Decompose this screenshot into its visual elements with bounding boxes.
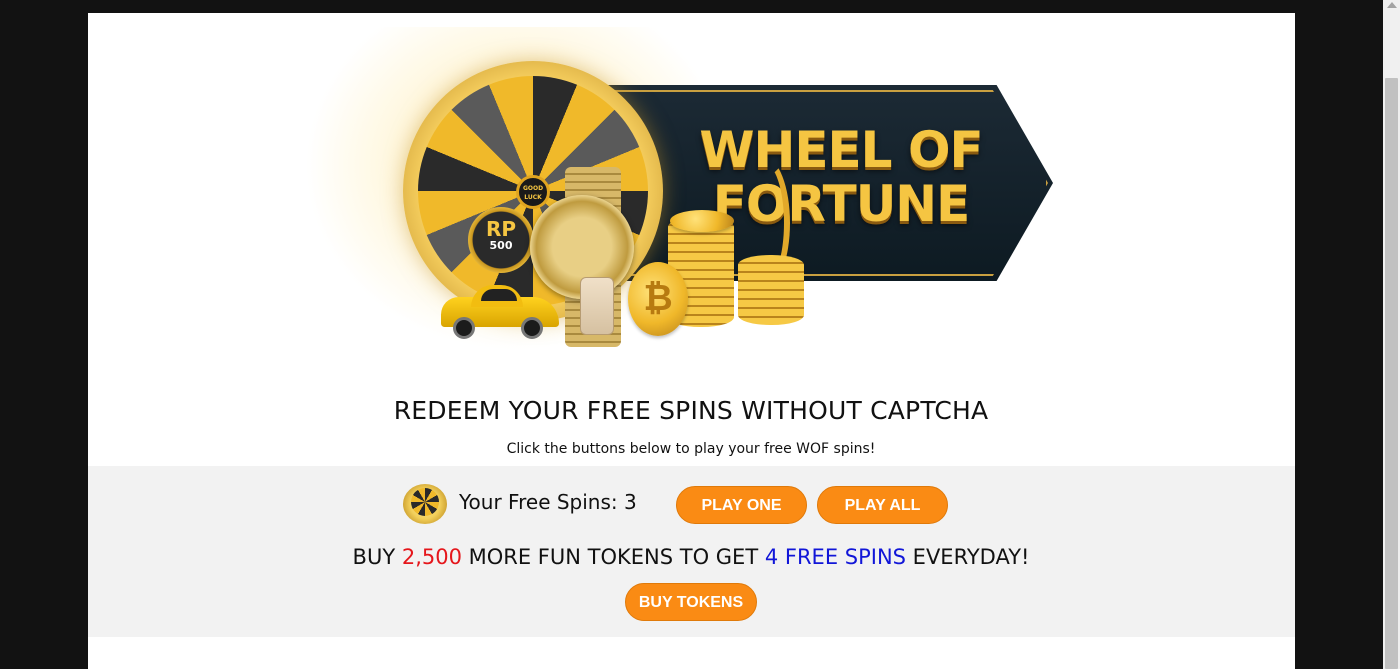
coin-stack-icon bbox=[738, 255, 804, 325]
buy-tokens-promo: BUY 2,500 MORE FUN TOKENS TO GET 4 FREE … bbox=[0, 545, 1382, 569]
bitcoin-coin-icon bbox=[670, 210, 734, 232]
promo-part2: MORE FUN TOKENS TO GET bbox=[461, 545, 765, 569]
rp-label: RP bbox=[485, 217, 517, 241]
banner-title-line1: WHEEL OF bbox=[699, 121, 983, 179]
promo-part3: EVERYDAY! bbox=[906, 545, 1030, 569]
promo-highlight: 4 FREE SPINS bbox=[764, 545, 906, 569]
bitcoin-coin-icon: ₿ bbox=[628, 262, 688, 336]
page-subline: Click the buttons below to play your fre… bbox=[506, 441, 876, 457]
rp-amount: 500 bbox=[489, 239, 513, 252]
rp-badge-icon: RP 500 bbox=[468, 207, 534, 273]
free-spins-count: Your Free Spins: 3 bbox=[459, 490, 637, 514]
banner-artwork: WHEEL OF FORTUNE GOOD LUCK RP 500 ₿ bbox=[298, 27, 1058, 357]
hub-label: GOOD LUCK bbox=[522, 185, 544, 201]
buy-tokens-button[interactable]: BUY TOKENS bbox=[625, 583, 757, 621]
car-wheel-icon bbox=[453, 317, 475, 339]
scroll-up-arrow-icon[interactable] bbox=[1387, 2, 1397, 8]
page-headline: REDEEM YOUR FREE SPINS WITHOUT CAPTCHA bbox=[393, 396, 989, 425]
play-all-button[interactable]: PLAY ALL bbox=[817, 486, 948, 524]
promo-part1: BUY bbox=[352, 545, 402, 569]
sports-car-icon bbox=[441, 283, 561, 339]
phone-icon bbox=[580, 277, 614, 335]
promo-amount: 2,500 bbox=[401, 545, 462, 569]
scrollbar-thumb[interactable] bbox=[1385, 78, 1398, 669]
car-window bbox=[481, 289, 517, 301]
wheel-hub: GOOD LUCK bbox=[516, 175, 550, 209]
play-one-button[interactable]: PLAY ONE bbox=[676, 486, 807, 524]
wheel-icon-inner bbox=[411, 488, 439, 516]
wheel-of-fortune-banner: WHEEL OF FORTUNE GOOD LUCK RP 500 ₿ bbox=[88, 13, 1295, 357]
car-wheel-icon bbox=[521, 317, 543, 339]
